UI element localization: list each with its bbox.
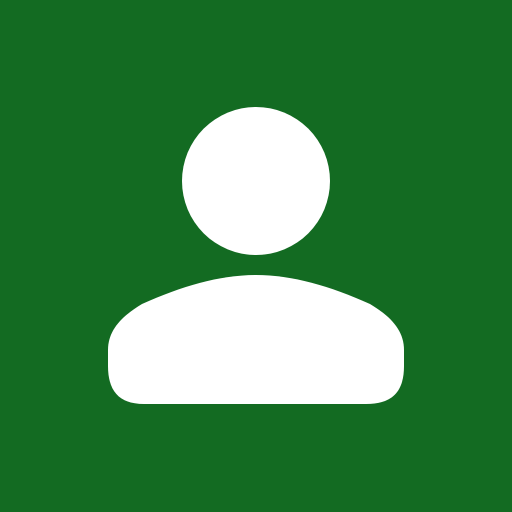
avatar-shoulders (108, 275, 404, 404)
user-silhouette-icon (108, 107, 404, 404)
avatar-head (182, 107, 330, 255)
default-avatar (0, 0, 512, 512)
